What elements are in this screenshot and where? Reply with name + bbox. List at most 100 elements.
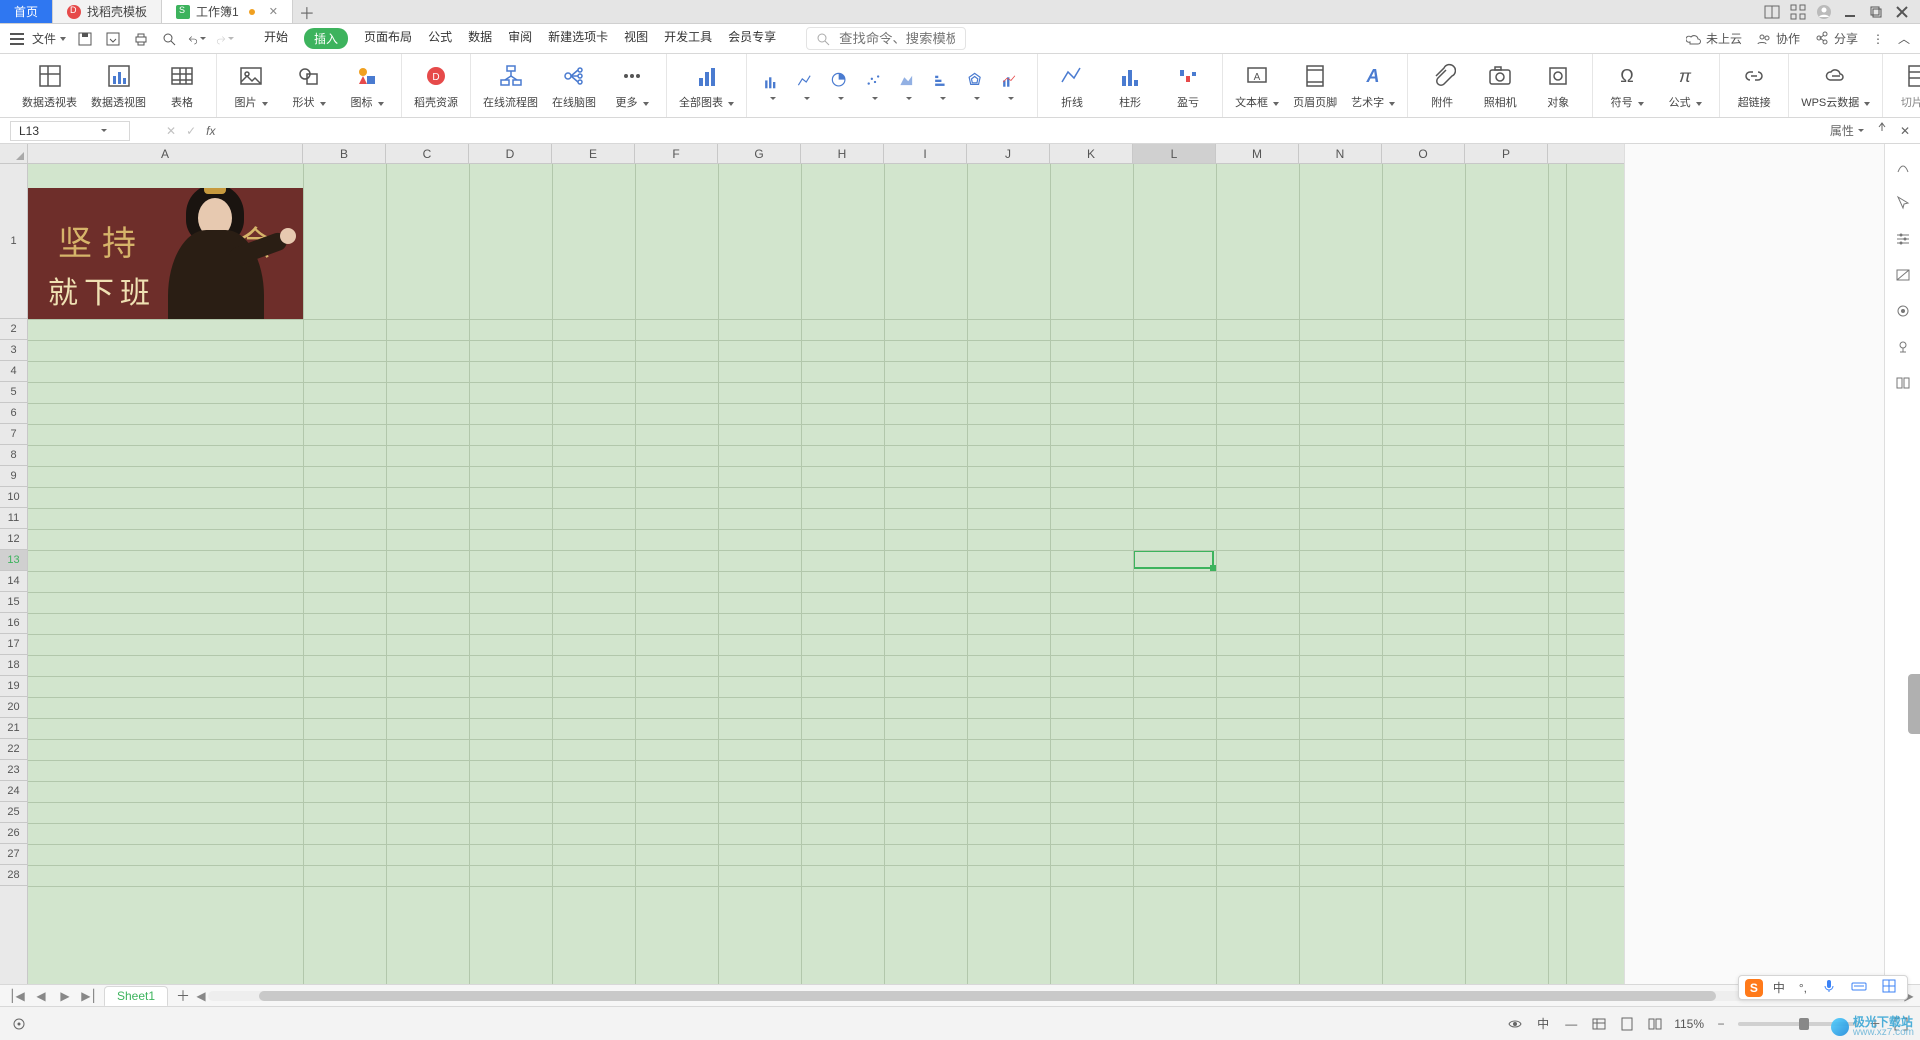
- ribbon-pivotchart-button[interactable]: 数据透视图: [91, 62, 146, 110]
- ribbon-radar-button[interactable]: [963, 71, 991, 100]
- select-all-corner[interactable]: [0, 144, 28, 164]
- sheet-nav-first[interactable]: ⎮◀: [8, 987, 26, 1005]
- ribbon-spark-col-button[interactable]: 柱形: [1108, 62, 1152, 110]
- row-header-17[interactable]: 17: [0, 634, 27, 655]
- row-header-22[interactable]: 22: [0, 739, 27, 760]
- zoom-label[interactable]: 115%: [1674, 1017, 1704, 1031]
- tab-home[interactable]: 首页: [0, 0, 53, 23]
- ribbon-tab-2[interactable]: 页面布局: [364, 28, 412, 49]
- ribbon-more-button[interactable]: 更多: [610, 62, 654, 110]
- ribbon-tab-4[interactable]: 数据: [468, 28, 492, 49]
- close-panel-icon[interactable]: ✕: [1900, 124, 1910, 138]
- grid-icon[interactable]: [1790, 4, 1806, 20]
- ribbon-tab-6[interactable]: 新建选项卡: [548, 28, 608, 49]
- ribbon-allcharts-button[interactable]: 全部图表: [679, 62, 734, 110]
- ribbon-camera-button[interactable]: 照相机: [1478, 62, 1522, 110]
- ribbon-icons-button[interactable]: 图标: [345, 62, 389, 110]
- ribbon-docer-button[interactable]: D稻壳资源: [414, 62, 458, 110]
- more-menu[interactable]: ⋮: [1872, 32, 1884, 46]
- col-header-P[interactable]: P: [1465, 144, 1548, 163]
- ribbon-shapes-button[interactable]: 形状: [287, 62, 331, 110]
- side-style-icon[interactable]: [1894, 158, 1912, 176]
- ribbon-col-button[interactable]: [929, 71, 957, 100]
- col-header-L[interactable]: L: [1133, 144, 1216, 163]
- ribbon-object-button[interactable]: 对象: [1536, 62, 1580, 110]
- close-icon[interactable]: [1894, 4, 1910, 20]
- hscroll-left-icon[interactable]: ◀: [192, 987, 210, 1005]
- ribbon-wordart-button[interactable]: A艺术字: [1351, 62, 1395, 110]
- col-header-F[interactable]: F: [635, 144, 718, 163]
- col-header-J[interactable]: J: [967, 144, 1050, 163]
- ime-grid-icon[interactable]: [1877, 978, 1901, 997]
- ribbon-line-button[interactable]: [793, 71, 821, 100]
- col-header-D[interactable]: D: [469, 144, 552, 163]
- cells-grid[interactable]: 坚持 会 就下班: [28, 164, 1624, 984]
- ime-mic-icon[interactable]: [1817, 978, 1841, 997]
- chevron-down-icon[interactable]: [101, 129, 107, 132]
- file-menu[interactable]: 文件: [10, 30, 66, 47]
- col-header-O[interactable]: O: [1382, 144, 1465, 163]
- row-header-9[interactable]: 9: [0, 466, 27, 487]
- row-header-7[interactable]: 7: [0, 424, 27, 445]
- sheet-nav-last[interactable]: ▶⎮: [80, 987, 98, 1005]
- ribbon-mind-button[interactable]: 在线脑图: [552, 62, 596, 110]
- sheet-nav-prev[interactable]: ◀: [32, 987, 50, 1005]
- maximize-icon[interactable]: [1868, 4, 1884, 20]
- row-header-3[interactable]: 3: [0, 340, 27, 361]
- confirm-fx-icon[interactable]: ✓: [186, 124, 196, 138]
- side-layout-icon[interactable]: [1894, 266, 1912, 284]
- pin-panel-icon[interactable]: [1874, 121, 1890, 140]
- formula-input[interactable]: [225, 122, 825, 139]
- row-headers[interactable]: 1234567891011121314151617181920212223242…: [0, 164, 28, 984]
- ribbon-tab-8[interactable]: 开发工具: [664, 28, 712, 49]
- ribbon-headerfooter-button[interactable]: 页眉页脚: [1293, 62, 1337, 110]
- properties-panel-toggle[interactable]: 属性: [1830, 122, 1864, 139]
- tab-document[interactable]: 工作簿1 ✕: [162, 0, 293, 23]
- ribbon-scatter-button[interactable]: [861, 71, 889, 100]
- row-header-8[interactable]: 8: [0, 445, 27, 466]
- fx-icon[interactable]: fx: [206, 124, 215, 138]
- view-page-icon[interactable]: [1618, 1015, 1636, 1033]
- ribbon-tab-3[interactable]: 公式: [428, 28, 452, 49]
- name-box-input[interactable]: [17, 123, 97, 139]
- row-header-24[interactable]: 24: [0, 781, 27, 802]
- hscrollbar-thumb[interactable]: [259, 991, 1716, 1001]
- row-header-19[interactable]: 19: [0, 676, 27, 697]
- row-header-11[interactable]: 11: [0, 508, 27, 529]
- zoom-out-button[interactable]: −: [1714, 1017, 1728, 1031]
- col-header-I[interactable]: I: [884, 144, 967, 163]
- row-header-5[interactable]: 5: [0, 382, 27, 403]
- ribbon-bar-button[interactable]: [759, 71, 787, 100]
- ribbon-tab-9[interactable]: 会员专享: [728, 28, 776, 49]
- zoom-slider-thumb[interactable]: [1799, 1018, 1809, 1030]
- row-header-6[interactable]: 6: [0, 403, 27, 424]
- undo-icon[interactable]: [188, 30, 206, 48]
- side-backup-icon[interactable]: [1894, 302, 1912, 320]
- ribbon-picture-button[interactable]: 图片: [229, 62, 273, 110]
- ribbon-flow-button[interactable]: 在线流程图: [483, 62, 538, 110]
- col-header-G[interactable]: G: [718, 144, 801, 163]
- name-box[interactable]: [10, 121, 130, 141]
- row-header-12[interactable]: 12: [0, 529, 27, 550]
- col-header-B[interactable]: B: [303, 144, 386, 163]
- ime-keyboard-icon[interactable]: [1847, 978, 1871, 997]
- ribbon-spark-line-button[interactable]: 折线: [1050, 62, 1094, 110]
- collab-button[interactable]: 协作: [1756, 30, 1800, 47]
- side-settings-icon[interactable]: [1894, 230, 1912, 248]
- row-header-26[interactable]: 26: [0, 823, 27, 844]
- side-select-icon[interactable]: [1894, 194, 1912, 212]
- tab-close-icon[interactable]: ✕: [269, 5, 278, 18]
- lang-icon[interactable]: 中: [1534, 1015, 1552, 1033]
- share-button[interactable]: 分享: [1814, 30, 1858, 47]
- status-settings-icon[interactable]: [10, 1015, 28, 1033]
- ribbon-equation-button[interactable]: π公式: [1663, 62, 1707, 110]
- col-header-M[interactable]: M: [1216, 144, 1299, 163]
- row-header-25[interactable]: 25: [0, 802, 27, 823]
- ribbon-tab-7[interactable]: 视图: [624, 28, 648, 49]
- row-header-15[interactable]: 15: [0, 592, 27, 613]
- row-header-1[interactable]: 1: [0, 164, 27, 319]
- ribbon-table-button[interactable]: 表格: [160, 62, 204, 110]
- col-header-K[interactable]: K: [1050, 144, 1133, 163]
- print-icon[interactable]: [132, 30, 150, 48]
- col-header-H[interactable]: H: [801, 144, 884, 163]
